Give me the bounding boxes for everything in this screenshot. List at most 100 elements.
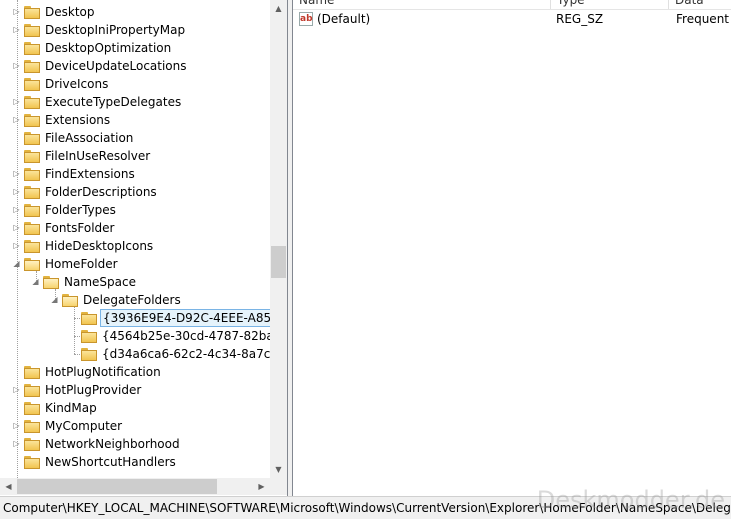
column-header-data[interactable]: Data <box>669 0 731 9</box>
scroll-down-arrow-icon[interactable]: ▼ <box>270 461 287 478</box>
folder-icon <box>24 42 40 55</box>
folder-icon <box>24 438 40 451</box>
tree-expander-icon[interactable]: ▷ <box>12 111 21 129</box>
tree-node[interactable]: ▷ HotPlugProvider <box>0 381 270 399</box>
string-value-icon: ab <box>299 12 313 26</box>
tree-expander-icon[interactable] <box>12 39 21 57</box>
folder-icon <box>24 240 40 253</box>
tree-node-label: FileInUseResolver <box>45 149 151 163</box>
folder-icon <box>24 258 40 271</box>
tree-node-label: FindExtensions <box>45 167 135 181</box>
registry-tree-pane: ▷ Desktop ▷ DesktopIniPropertyMap DesktopOpt… <box>0 0 288 496</box>
tree-expander-icon[interactable] <box>12 129 21 147</box>
tree-expander-icon[interactable]: ▷ <box>12 219 21 237</box>
tree-horizontal-scrollbar[interactable]: ◀ ▶ <box>0 478 270 495</box>
tree-horizontal-scroll-thumb[interactable] <box>17 479 217 494</box>
folder-icon <box>81 312 97 325</box>
tree-node-label: DelegateFolders <box>83 293 181 307</box>
tree-expander-icon[interactable]: ▷ <box>12 237 21 255</box>
tree-node[interactable]: HotPlugNotification <box>0 363 270 381</box>
tree-node[interactable]: ▷ Extensions <box>0 111 270 129</box>
tree-node-label: KindMap <box>45 401 97 415</box>
tree-expander-icon[interactable]: ▷ <box>12 201 21 219</box>
tree-node[interactable]: ◢ HomeFolder <box>0 255 270 273</box>
tree-node[interactable]: ◢ DelegateFolders <box>0 291 270 309</box>
tree-node[interactable]: ▷ NetworkNeighborhood <box>0 435 270 453</box>
folder-icon <box>24 366 40 379</box>
folder-icon <box>43 276 59 289</box>
folder-icon <box>24 384 40 397</box>
tree-node[interactable]: DriveIcons <box>0 75 270 93</box>
tree-node-label: FolderDescriptions <box>45 185 157 199</box>
tree-node[interactable]: {d34a6ca6-62c2-4c34-8a7c-1470 <box>0 345 270 363</box>
folder-icon <box>24 402 40 415</box>
tree-node[interactable]: NewShortcutHandlers <box>0 453 270 471</box>
tree-node-label: DesktopOptimization <box>45 41 172 55</box>
tree-node-label: Extensions <box>45 113 111 127</box>
tree-node[interactable]: ▷ Desktop <box>0 3 270 21</box>
tree-node[interactable]: ▷ DeviceUpdateLocations <box>0 57 270 75</box>
tree-expander-icon[interactable] <box>12 75 21 93</box>
status-bar-path: Computer\HKEY_LOCAL_MACHINE\SOFTWARE\Mic… <box>0 496 731 519</box>
tree-expander-icon[interactable]: ▷ <box>12 417 21 435</box>
tree-expander-icon[interactable]: ▷ <box>12 381 21 399</box>
tree-expander-icon[interactable]: ▷ <box>12 3 21 21</box>
scroll-up-arrow-icon[interactable]: ▲ <box>270 0 287 17</box>
tree-node-label: DeviceUpdateLocations <box>45 59 187 73</box>
tree-node[interactable]: ▷ HideDesktopIcons <box>0 237 270 255</box>
tree-expander-icon[interactable]: ◢ <box>50 291 59 309</box>
tree-expander-icon[interactable] <box>12 453 21 471</box>
tree-node-label: FontsFolder <box>45 221 115 235</box>
value-row[interactable]: ab (Default) REG_SZ Frequent P <box>293 10 731 28</box>
folder-icon <box>24 150 40 163</box>
tree-expander-icon[interactable] <box>69 327 78 345</box>
tree-node-label: DesktopIniPropertyMap <box>45 23 186 37</box>
tree-node[interactable]: ▷ FolderTypes <box>0 201 270 219</box>
folder-icon <box>24 24 40 37</box>
folder-icon <box>24 78 40 91</box>
folder-icon <box>24 168 40 181</box>
tree-node[interactable]: DesktopOptimization <box>0 39 270 57</box>
tree-expander-icon[interactable]: ▷ <box>12 435 21 453</box>
tree-node[interactable]: ▷ ExecuteTypeDelegates <box>0 93 270 111</box>
column-header-name[interactable]: Name <box>293 0 551 9</box>
tree-node-label: HomeFolder <box>45 257 118 271</box>
tree-expander-icon[interactable]: ▷ <box>12 93 21 111</box>
tree-node[interactable]: ▷ MyComputer <box>0 417 270 435</box>
folder-icon <box>24 60 40 73</box>
tree-expander-icon[interactable]: ▷ <box>12 165 21 183</box>
tree-node[interactable]: FileInUseResolver <box>0 147 270 165</box>
tree-expander-icon[interactable] <box>69 309 78 327</box>
tree-expander-icon[interactable] <box>12 147 21 165</box>
tree-expander-icon[interactable]: ◢ <box>12 255 21 273</box>
tree-node[interactable]: {4564b25e-30cd-4787-82ba-39e <box>0 327 270 345</box>
tree-node-label: {3936E9E4-D92C-4EEE-A85A-BC <box>100 309 270 327</box>
tree-expander-icon[interactable]: ▷ <box>12 183 21 201</box>
tree-node-label: {d34a6ca6-62c2-4c34-8a7c-1470 <box>102 347 270 361</box>
tree-expander-icon[interactable] <box>69 345 78 363</box>
tree-node[interactable]: ▷ DesktopIniPropertyMap <box>0 21 270 39</box>
scroll-right-arrow-icon[interactable]: ▶ <box>253 478 270 495</box>
tree-node-label: HideDesktopIcons <box>45 239 154 253</box>
tree-node[interactable]: ▷ FontsFolder <box>0 219 270 237</box>
tree-node-label: NetworkNeighborhood <box>45 437 180 451</box>
scroll-left-arrow-icon[interactable]: ◀ <box>0 478 17 495</box>
tree-node[interactable]: ◢ NameSpace <box>0 273 270 291</box>
tree-expander-icon[interactable] <box>12 363 21 381</box>
folder-icon <box>24 132 40 145</box>
tree-expander-icon[interactable]: ◢ <box>31 273 40 291</box>
tree-expander-icon[interactable]: ▷ <box>12 21 21 39</box>
tree-vertical-scroll-thumb[interactable] <box>271 246 286 278</box>
registry-values-list: Name Type Data ab (Default) REG_SZ Frequ… <box>292 0 731 496</box>
tree-expander-icon[interactable] <box>12 399 21 417</box>
tree-expander-icon[interactable]: ▷ <box>12 57 21 75</box>
tree-vertical-scrollbar[interactable]: ▲ ▼ <box>270 0 287 478</box>
tree-node[interactable]: ▷ FindExtensions <box>0 165 270 183</box>
tree-node[interactable]: KindMap <box>0 399 270 417</box>
folder-icon <box>24 6 40 19</box>
column-header-type[interactable]: Type <box>551 0 669 9</box>
tree-node[interactable]: {3936E9E4-D92C-4EEE-A85A-BC <box>0 309 270 327</box>
registry-tree: ▷ Desktop ▷ DesktopIniPropertyMap DesktopOpt… <box>0 0 270 478</box>
tree-node[interactable]: ▷ FolderDescriptions <box>0 183 270 201</box>
tree-node[interactable]: FileAssociation <box>0 129 270 147</box>
